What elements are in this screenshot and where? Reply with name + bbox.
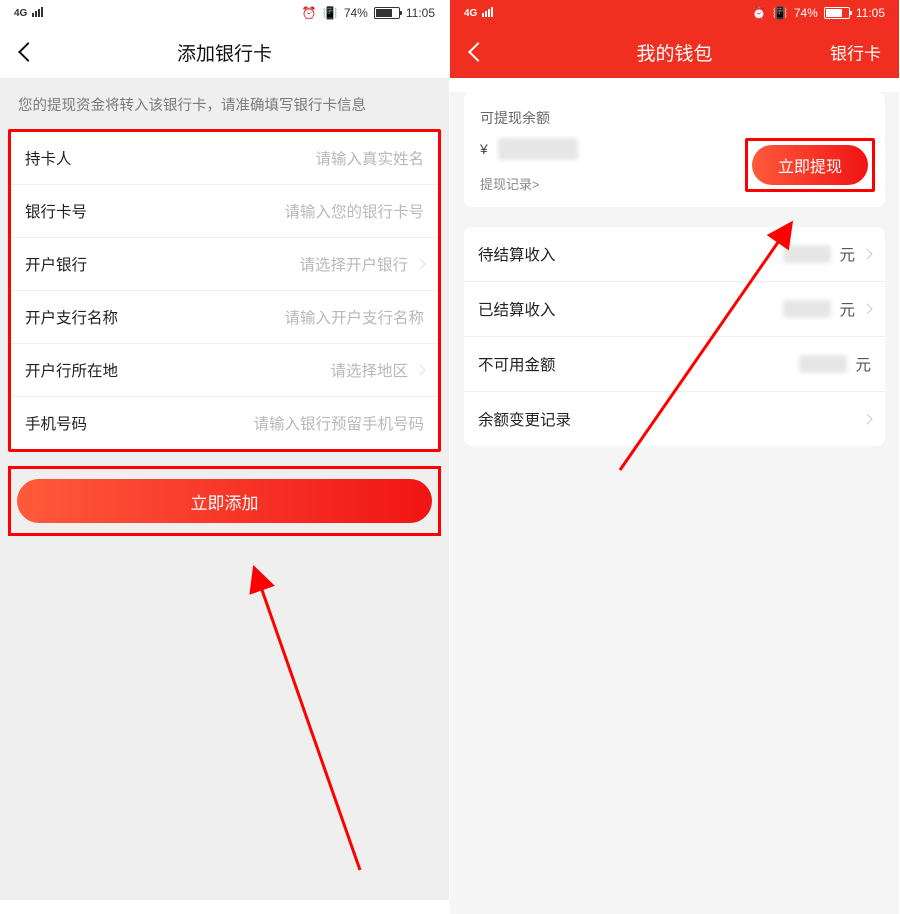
nav-bar: 添加银行卡 (0, 26, 449, 78)
chevron-right-icon (861, 248, 872, 259)
field-label: 手机号码 (25, 412, 87, 434)
battery-icon (374, 7, 400, 19)
field-phone[interactable]: 手机号码 请输入银行预留手机号码 (11, 397, 438, 449)
field-label: 开户银行 (25, 253, 87, 275)
clock-label: 11:05 (406, 6, 435, 20)
phone-right: 4G ⏰ 📳 74% 11:05 我的钱包 银行卡 可提现余额 (450, 0, 900, 900)
row-label: 不可用金额 (478, 353, 556, 375)
field-placeholder: 请输入开户支行名称 (284, 306, 424, 328)
withdraw-records-label: 提现记录> (480, 177, 540, 192)
battery-label: 74% (344, 6, 368, 20)
wallet-list: 待结算收入 元 已结算收入 元 不可用金额 (464, 227, 885, 446)
currency-symbol: ¥ (480, 141, 488, 157)
field-label: 持卡人 (25, 147, 72, 169)
chevron-right-icon (414, 364, 425, 375)
add-button-label: 立即添加 (191, 489, 259, 514)
row-pending-income[interactable]: 待结算收入 元 (464, 227, 885, 282)
field-placeholder: 请输入银行预留手机号码 (253, 412, 424, 434)
chevron-left-icon (468, 42, 488, 62)
phone-left: 4G ⏰ 📳 74% 11:05 添加银行卡 您的提现资金将转入该银行卡，请准确… (0, 0, 450, 900)
bankcard-link[interactable]: 银行卡 (830, 40, 881, 65)
blurred-value (783, 300, 831, 318)
clock-label: 11:05 (856, 6, 885, 20)
blurred-value (783, 245, 831, 263)
network-label: 4G (464, 8, 477, 19)
row-settled-income[interactable]: 已结算收入 元 (464, 282, 885, 337)
chevron-right-icon (861, 303, 872, 314)
withdraw-button[interactable]: 立即提现 (752, 145, 868, 185)
row-label: 待结算收入 (478, 243, 556, 265)
withdraw-button-highlight: 立即提现 (745, 138, 875, 192)
add-button-highlight: 立即添加 (8, 466, 441, 536)
battery-label: 74% (794, 6, 818, 20)
left-body: 您的提现资金将转入该银行卡，请准确填写银行卡信息 持卡人 请输入真实姓名 银行卡… (0, 78, 449, 900)
row-unit: 元 (839, 298, 855, 320)
notice-text: 您的提现资金将转入该银行卡，请准确填写银行卡信息 (0, 78, 449, 129)
withdraw-button-label: 立即提现 (778, 153, 842, 177)
bankcard-link-label: 银行卡 (830, 45, 881, 64)
field-region[interactable]: 开户行所在地 请选择地区 (11, 344, 438, 397)
blurred-amount (498, 138, 578, 160)
status-bar: 4G ⏰ 📳 74% 11:05 (0, 0, 449, 26)
chevron-right-icon (861, 413, 872, 424)
row-unit: 元 (855, 353, 871, 375)
field-placeholder: 请选择开户银行 (299, 253, 424, 275)
field-placeholder: 请输入您的银行卡号 (284, 200, 424, 222)
add-button[interactable]: 立即添加 (17, 479, 432, 523)
row-balance-log[interactable]: 余额变更记录 (464, 392, 885, 446)
field-cardnumber[interactable]: 银行卡号 请输入您的银行卡号 (11, 185, 438, 238)
vibrate-icon: 📳 (323, 6, 338, 20)
row-label: 已结算收入 (478, 298, 556, 320)
field-placeholder: 请输入真实姓名 (315, 147, 424, 169)
row-unit: 元 (839, 243, 855, 265)
back-button[interactable] (462, 36, 494, 68)
network-label: 4G (14, 8, 27, 19)
alarm-icon: ⏰ (752, 6, 767, 20)
field-bank[interactable]: 开户银行 请选择开户银行 (11, 238, 438, 291)
signal-icon (481, 6, 493, 20)
bankcard-form-highlight: 持卡人 请输入真实姓名 银行卡号 请输入您的银行卡号 开户银行 请选择开户银行 … (8, 129, 441, 452)
blurred-value (799, 355, 847, 373)
chevron-right-icon (414, 258, 425, 269)
back-button[interactable] (12, 36, 44, 68)
field-label: 开户行所在地 (25, 359, 118, 381)
nav-bar: 我的钱包 银行卡 (450, 26, 899, 78)
chevron-left-icon (18, 42, 38, 62)
signal-icon (31, 6, 43, 20)
field-label: 银行卡号 (25, 200, 87, 222)
field-placeholder: 请选择地区 (330, 359, 424, 381)
balance-label: 可提现余额 (480, 108, 869, 128)
field-label: 开户支行名称 (25, 306, 118, 328)
dual-phone-stage: 4G ⏰ 📳 74% 11:05 添加银行卡 您的提现资金将转入该银行卡，请准确… (0, 0, 900, 900)
page-title: 我的钱包 (636, 39, 712, 66)
field-cardholder[interactable]: 持卡人 请输入真实姓名 (11, 132, 438, 185)
balance-card: 可提现余额 ¥ 立即提现 提现记录> (464, 92, 885, 207)
vibrate-icon: 📳 (773, 6, 788, 20)
row-unavailable: 不可用金额 元 (464, 337, 885, 392)
field-branch[interactable]: 开户支行名称 请输入开户支行名称 (11, 291, 438, 344)
row-label: 余额变更记录 (478, 408, 571, 430)
status-bar: 4G ⏰ 📳 74% 11:05 (450, 0, 899, 26)
battery-icon (824, 7, 850, 19)
right-body: 可提现余额 ¥ 立即提现 提现记录> 待结算收入 (450, 92, 899, 914)
page-title: 添加银行卡 (177, 39, 272, 66)
alarm-icon: ⏰ (302, 6, 317, 20)
